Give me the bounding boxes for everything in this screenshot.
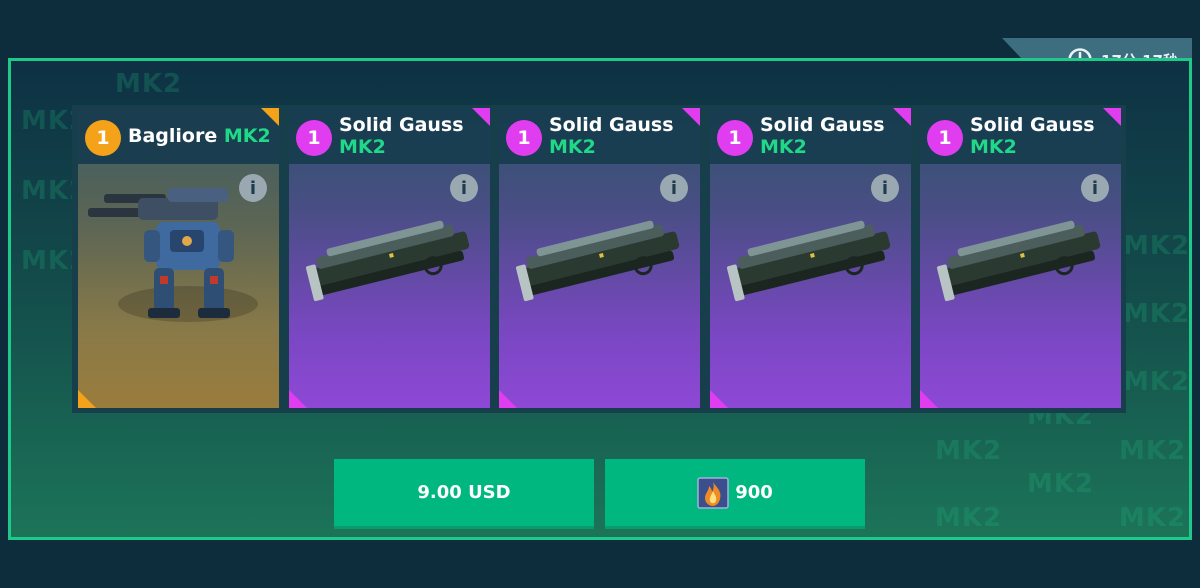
item-name: Solid Gauss [760,114,885,136]
gauss-weapon-icon [726,220,891,302]
reward-card-solid-gauss[interactable]: 1 Solid Gauss MK2 i [499,108,700,408]
item-name: Solid Gauss [339,114,464,136]
reward-card-solid-gauss[interactable]: 1 Solid Gauss MK2 i [289,108,490,408]
level-badge: 1 [717,120,753,156]
mk2-watermark: MK2 [1119,503,1187,533]
item-name: Solid Gauss [549,114,674,136]
usd-price-label: 9.00 USD [417,482,511,503]
buy-usd-button[interactable]: 9.00 USD [334,459,594,529]
mk2-watermark: MK2 [1119,436,1187,466]
level-badge: 1 [85,120,121,156]
card-title: Solid Gauss MK2 [970,114,1095,158]
mk2-watermark: MK2 [935,436,1003,466]
flame-currency-icon [697,476,729,509]
reward-card-solid-gauss[interactable]: 1 Solid Gauss MK2 i [920,108,1121,408]
mk2-watermark: MK2 [1123,231,1191,261]
card-title: Solid Gauss MK2 [549,114,674,158]
currency-price-label: 900 [735,482,773,503]
level-badge: 1 [927,120,963,156]
reward-card-solid-gauss[interactable]: 1 Solid Gauss MK2 i [710,108,911,408]
item-name: Solid Gauss [970,114,1095,136]
mk2-watermark: MK2 [1123,367,1191,397]
card-title: Solid Gauss MK2 [339,114,464,158]
item-name: Bagliore [128,125,218,147]
gauss-weapon-icon [515,220,680,302]
card-title: Bagliore MK2 [128,125,271,147]
gauss-weapon-icon [936,220,1101,302]
card-title: Solid Gauss MK2 [760,114,885,158]
item-tier: MK2 [549,136,596,158]
level-badge: 1 [506,120,542,156]
robot-icon [88,188,258,322]
mk2-watermark: MK2 [1027,469,1095,499]
mk2-watermark: MK2 [935,503,1003,533]
mk2-watermark: MK2 [115,69,183,99]
reward-card-bagliore[interactable]: 1 Bagliore MK2 i [78,108,279,408]
gauss-weapon-icon [305,220,470,302]
item-tier: MK2 [339,136,386,158]
buy-currency-button[interactable]: 900 [605,459,865,529]
mk2-watermark: MK2 [1123,299,1191,329]
item-tier: MK2 [970,136,1017,158]
level-badge: 1 [296,120,332,156]
item-tier: MK2 [223,125,271,147]
item-tier: MK2 [760,136,807,158]
